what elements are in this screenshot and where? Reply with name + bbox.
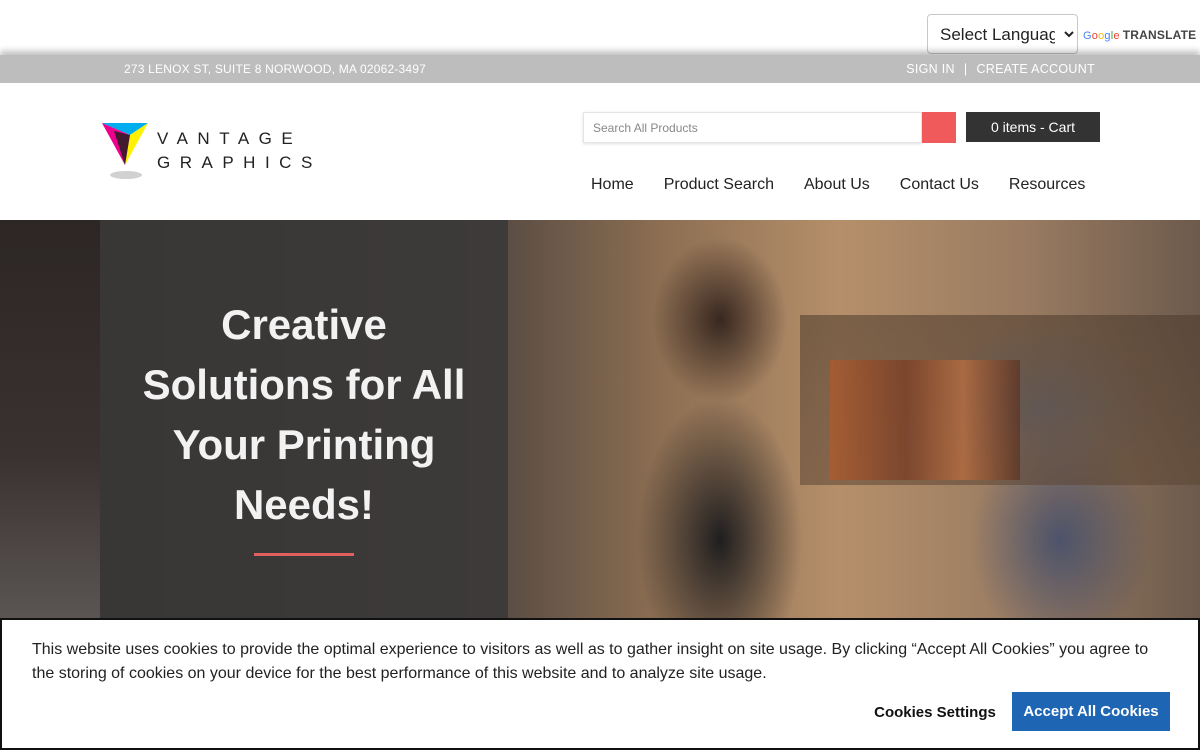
language-select[interactable]: Select Language (927, 14, 1078, 54)
account-links: SIGN IN | CREATE ACCOUNT (906, 62, 1095, 76)
hero-banner: Creative Solutions for All Your Printing… (0, 220, 1200, 618)
site-logo[interactable]: VANTAGE GRAPHICS (100, 121, 325, 183)
translate-bar: Select Language Google TRANSLATE (0, 0, 1200, 55)
hero-text-panel: Creative Solutions for All Your Printing… (100, 220, 508, 618)
hero-title-line: Your Printing (172, 421, 436, 468)
nav-about-us[interactable]: About Us (789, 175, 885, 195)
cookie-banner: This website uses cookies to provide the… (0, 618, 1200, 750)
sign-in-link[interactable]: SIGN IN (906, 62, 955, 76)
search-bar (583, 112, 956, 143)
search-input[interactable] (583, 112, 922, 143)
logo-text: VANTAGE GRAPHICS (157, 127, 322, 175)
address: 273 LENOX ST, SUITE 8 NORWOOD, MA 02062-… (124, 62, 427, 76)
hero-background-left (0, 220, 100, 618)
cookies-settings-button[interactable]: Cookies Settings (860, 700, 1010, 724)
info-bar: 273 LENOX ST, SUITE 8 NORWOOD, MA 02062-… (0, 55, 1200, 83)
google-logo: Google (1083, 30, 1120, 42)
cookie-message: This website uses cookies to provide the… (32, 641, 1149, 682)
hero-background-screen (830, 360, 1020, 480)
hero-title: Creative Solutions for All Your Printing… (100, 295, 508, 535)
main-nav: Home Product Search About Us Contact Us … (576, 175, 1100, 195)
translate-text: TRANSLATE (1122, 28, 1197, 42)
hero-title-line: Solutions for All (142, 361, 466, 408)
site-header: VANTAGE GRAPHICS 0 items - Cart Home Pro… (0, 83, 1200, 220)
google-translate-label[interactable]: Google TRANSLATE (1083, 28, 1196, 42)
search-button[interactable] (922, 112, 956, 143)
nav-contact-us[interactable]: Contact Us (885, 175, 994, 195)
link-separator: | (963, 62, 968, 76)
nav-home[interactable]: Home (576, 175, 649, 195)
nav-resources[interactable]: Resources (994, 175, 1100, 195)
hero-title-line: Creative (221, 301, 387, 348)
hero-divider (254, 553, 354, 556)
create-account-link[interactable]: CREATE ACCOUNT (976, 62, 1095, 76)
cart-button[interactable]: 0 items - Cart (966, 112, 1100, 142)
hero-title-line: Needs! (233, 481, 375, 528)
logo-line-1: VANTAGE (157, 129, 303, 148)
logo-line-2: GRAPHICS (157, 153, 322, 172)
accept-all-cookies-button[interactable]: Accept All Cookies (1012, 692, 1170, 731)
logo-mark-icon (102, 123, 148, 179)
nav-product-search[interactable]: Product Search (649, 175, 789, 195)
